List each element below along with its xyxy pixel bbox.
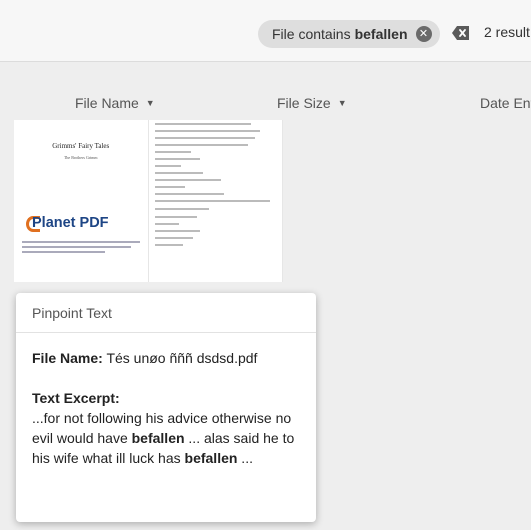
popup-title: Pinpoint Text [16, 293, 316, 333]
file-name-value: Tés unøo ñññ dsdsd.pdf [106, 350, 258, 366]
column-header-file-name[interactable]: File Name ▼ [75, 95, 155, 111]
thumbnail-text-lines [154, 123, 275, 251]
thumbnail-cover-page: Grimms' Fairy Tales The Brothers Grimm P… [14, 120, 149, 282]
filter-chip[interactable]: File contains befallen ✕ [258, 20, 440, 48]
results-count: 2 result [484, 24, 530, 40]
excerpt-label: Text Excerpt: [32, 390, 120, 406]
column-header-file-size[interactable]: File Size ▼ [277, 95, 347, 111]
thumbnail-footer-text [22, 241, 140, 256]
filter-chip-prefix: File contains [272, 26, 351, 42]
file-name-label: File Name: [32, 350, 103, 366]
highlight-term: befallen [184, 450, 238, 466]
column-label: File Name [75, 95, 139, 111]
filter-chip-term: befallen [354, 26, 408, 42]
caret-down-icon: ▼ [145, 98, 155, 108]
thumbnail-title: Grimms' Fairy Tales [52, 142, 110, 150]
highlight-term: befallen [131, 430, 185, 446]
document-thumbnail[interactable]: Grimms' Fairy Tales The Brothers Grimm P… [14, 120, 283, 282]
popup-body: File Name: Tés unøo ñññ dsdsd.pdf Text E… [16, 333, 316, 483]
text-excerpt: ...for not following his advice otherwis… [32, 410, 295, 466]
close-icon[interactable]: ✕ [415, 26, 432, 42]
thumbnail-logo: Planet PDF [32, 215, 109, 231]
file-name-row: File Name: Tés unøo ñññ dsdsd.pdf [32, 348, 300, 368]
thumbnail-author: The Brothers Grimm [63, 155, 98, 160]
backspace-clear-icon[interactable] [452, 25, 470, 41]
caret-down-icon: ▼ [337, 98, 347, 108]
column-label: File Size [277, 95, 331, 111]
column-label: Date Ent [480, 95, 531, 111]
thumbnail-text-page [149, 120, 283, 282]
pinpoint-text-popup: Pinpoint Text File Name: Tés unøo ñññ ds… [16, 293, 316, 522]
toolbar: File contains befallen ✕ 2 result [0, 0, 531, 62]
column-header-date-entered[interactable]: Date Ent [480, 95, 531, 111]
